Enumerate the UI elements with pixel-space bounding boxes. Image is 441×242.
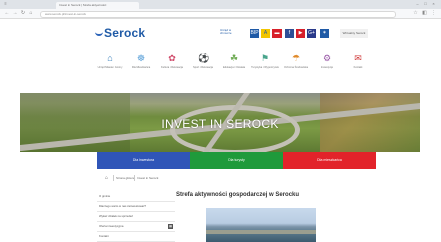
nav-label: Kontakt [353,66,363,69]
nav-item-sport[interactable]: ⚽ Sport i Rekreacja [189,53,217,69]
sidebar-item-label: O gminie [99,194,111,198]
sidebar-item-oferta[interactable]: Oferta inwestycyjna ▦ [97,222,175,232]
sidebar-item-label: Dlaczego warto w nas zainwestować? [99,204,147,208]
nav-item-kontakt[interactable]: ✉ Kontakt [344,53,372,69]
contact-icon: ✉ [354,53,362,63]
sidebar-item-label: Wykaz działek na sprzedaż [99,214,133,218]
browser-menu-icon[interactable]: ⋮ [431,11,436,16]
forward-icon[interactable]: → [12,11,18,16]
breadcrumb-current: Invest in Serock [137,176,159,180]
cta-investor-button[interactable]: Dla inwestora [97,152,190,169]
sidebar-item-o-gminie[interactable]: O gminie [97,192,175,202]
nav-label: Inwestycje [320,66,334,69]
resident-icon: ☸ [136,53,146,63]
home-icon[interactable]: ⌂ [28,11,34,16]
nav-label: Turystyka i Wypoczynek [251,66,279,69]
minimize-icon[interactable]: – [415,2,420,6]
browser-tab-strip: ≡ Invest in Serock | Strefa aktywności –… [0,0,441,9]
nav-label: Urząd Miasta i Gminy [97,66,123,69]
culture-icon: ✿ [168,53,176,63]
environment-icon: ☂ [291,53,301,63]
sidebar-item-label: Oferta inwestycyjna [99,224,124,228]
sidebar-item-label: Kontakt [99,234,109,238]
nav-item-mieszkaniec[interactable]: ☸ Dla Mieszkańca [127,53,155,69]
accessibility-icon[interactable]: A [261,29,270,38]
cta-tourist-button[interactable]: Dla turysty [190,152,283,169]
cta-resident-button[interactable]: Dla mieszkańca [283,152,376,169]
nav-item-urzad[interactable]: ⌂ Urząd Miasta i Gminy [96,53,124,69]
browser-tab[interactable]: Invest in Serock | Strefa aktywności [56,2,139,9]
nav-item-edukacja[interactable]: ☘ Edukacja i Oświata [220,53,248,69]
cloud-line2: chmurze [220,31,232,35]
investment-icon: ⚙ [322,53,332,63]
star-icon[interactable]: ☆ [413,11,418,16]
address-bar[interactable]: www.serock.pl/invest-in-serock [40,11,396,18]
browser-toolbar: ← → ↻ ⌂ www.serock.pl/invest-in-serock ☆… [0,9,441,19]
nav-label: Kultura i Rekreacja [161,66,183,69]
nav-item-kultura[interactable]: ✿ Kultura i Rekreacja [158,53,186,69]
close-window-icon[interactable]: × [431,2,436,6]
nav-item-srodowisko[interactable]: ☂ Ochrona Środowiska [282,53,310,69]
sidebar-item-dlaczego[interactable]: Dlaczego warto w nas zainwestować? [97,202,175,212]
bip-icon[interactable]: BIP [250,29,259,38]
hero-title: INVEST IN SEROCK [161,117,279,131]
hero-banner: INVEST IN SEROCK [20,93,420,152]
category-nav: ⌂ Urząd Miasta i Gminy ☸ Dla Mieszkańca … [96,53,366,79]
breadcrumb-separator [113,175,114,181]
expand-icon[interactable]: ▦ [168,224,173,229]
youtube-icon[interactable]: ▶ [296,29,305,38]
window-menu-icon[interactable]: ≡ [3,2,8,6]
nav-label: Ochrona Środowiska [283,66,309,69]
maximize-icon[interactable]: □ [423,2,428,6]
townhall-icon: ⌂ [107,53,113,63]
photo-shoreline [206,230,316,234]
cloud-office-link[interactable]: Urząd w chmurze [220,29,246,38]
content-photo [206,208,316,242]
google-plus-icon[interactable]: G+ [307,29,316,38]
extensions-icon[interactable]: ◧ [422,11,427,16]
nav-label: Dla Mieszkańca [131,66,151,69]
nav-label: Sport i Rekreacja [193,66,213,69]
sport-icon: ⚽ [198,53,210,63]
logo-text: Serock [104,26,146,40]
flag-icon[interactable]: ▬ [272,29,282,38]
nav-label: Edukacja i Oświata [222,66,246,69]
back-icon[interactable]: ← [4,11,10,16]
breadcrumb-divider [134,175,135,181]
home-icon[interactable]: ⌂ [105,175,108,181]
nav-item-inwestycje[interactable]: ⚙ Inwestycje [313,53,341,69]
tourism-icon: ⚑ [260,53,270,63]
breadcrumb-home-link[interactable]: Strona główna [116,175,135,181]
sidebar-menu: O gminie Dlaczego warto w nas zainwestow… [97,192,175,242]
sidebar-item-kontakt[interactable]: Kontakt [97,232,175,242]
education-icon: ☘ [229,53,239,63]
sidebar-item-dzialki[interactable]: Wykaz działek na sprzedaż [97,212,175,222]
facebook-icon[interactable]: f [285,29,294,38]
reload-icon[interactable]: ↻ [20,11,26,16]
virtual-serock-link[interactable]: Wirtualny Serock [340,29,368,38]
ue-flag-icon[interactable]: ✶ [320,29,329,38]
page-title: Strefa aktywności gospodarczej w Serocku [176,192,300,198]
nav-item-turystyka[interactable]: ⚑ Turystyka i Wypoczynek [251,53,279,69]
